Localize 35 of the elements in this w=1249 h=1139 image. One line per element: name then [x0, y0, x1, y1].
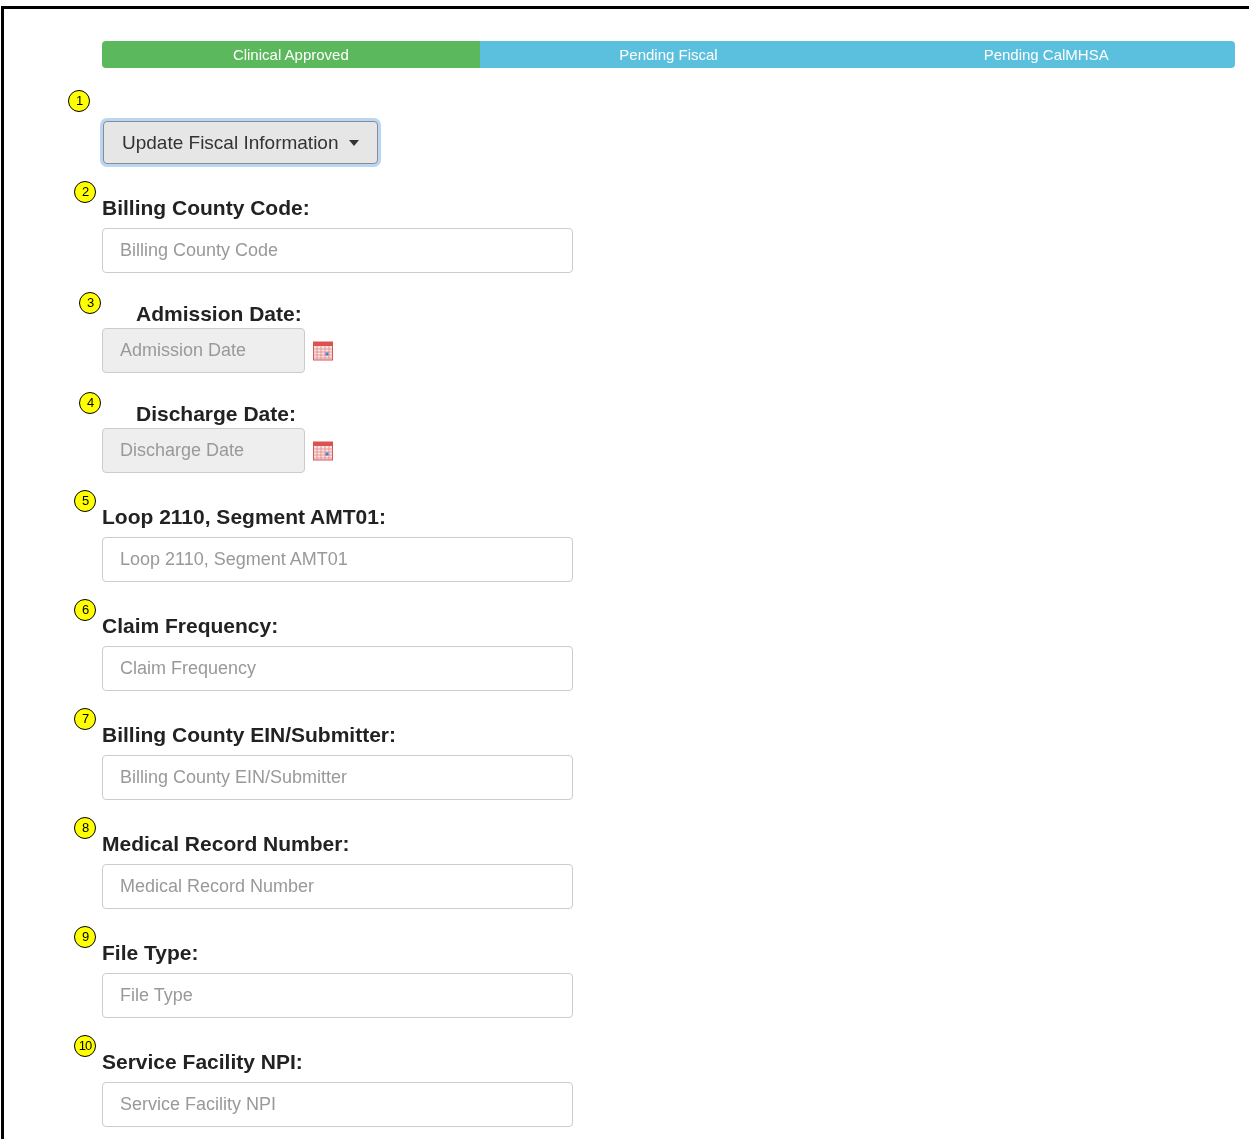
date-field[interactable]: Discharge Date: [102, 428, 305, 473]
input-field[interactable]: File Type: [102, 973, 573, 1018]
field-label: Claim Frequency:: [102, 614, 279, 637]
field-label: Billing County Code:: [102, 196, 310, 219]
field-label: Admission Date:: [136, 302, 302, 325]
input-field[interactable]: Medical Record Number: [102, 864, 573, 909]
date-field[interactable]: Admission Date: [102, 328, 305, 373]
progress-step: Pending Fiscal: [479, 41, 858, 68]
input-field[interactable]: Billing County Code: [102, 228, 573, 273]
field-label: Service Facility NPI:: [102, 1050, 303, 1073]
input-field[interactable]: Loop 2110, Segment AMT01: [102, 537, 573, 582]
callout-number: 2: [74, 181, 96, 203]
input-field[interactable]: Service Facility NPI: [102, 1082, 573, 1127]
callout-number: 5: [74, 490, 96, 512]
field-label: Loop 2110, Segment AMT01:: [102, 505, 386, 528]
callout-number: 9: [74, 926, 96, 948]
input-field[interactable]: Billing County EIN/Submitter: [102, 755, 573, 800]
callout-number: 4: [79, 392, 101, 414]
callout-number: 8: [74, 817, 96, 839]
progress-step: Clinical Approved: [102, 41, 480, 68]
field-label: Medical Record Number:: [102, 832, 350, 855]
callout-number: 10: [74, 1035, 96, 1057]
input-field[interactable]: Claim Frequency: [102, 646, 573, 691]
progress-step: Pending CalMHSA: [857, 41, 1235, 68]
calendar-icon[interactable]: [313, 340, 333, 361]
field-label: Billing County EIN/Submitter:: [102, 723, 396, 746]
callout-number: 3: [79, 292, 101, 314]
field-label: Discharge Date:: [136, 402, 296, 425]
calendar-icon[interactable]: [313, 440, 333, 461]
callout-number: 7: [74, 708, 96, 730]
callout-number: 6: [74, 599, 96, 621]
callout-number: 1: [68, 90, 90, 112]
field-label: File Type:: [102, 941, 199, 964]
caret-icon: [348, 139, 359, 146]
update-dropdown-button[interactable]: Update Fiscal Information: [103, 121, 378, 164]
